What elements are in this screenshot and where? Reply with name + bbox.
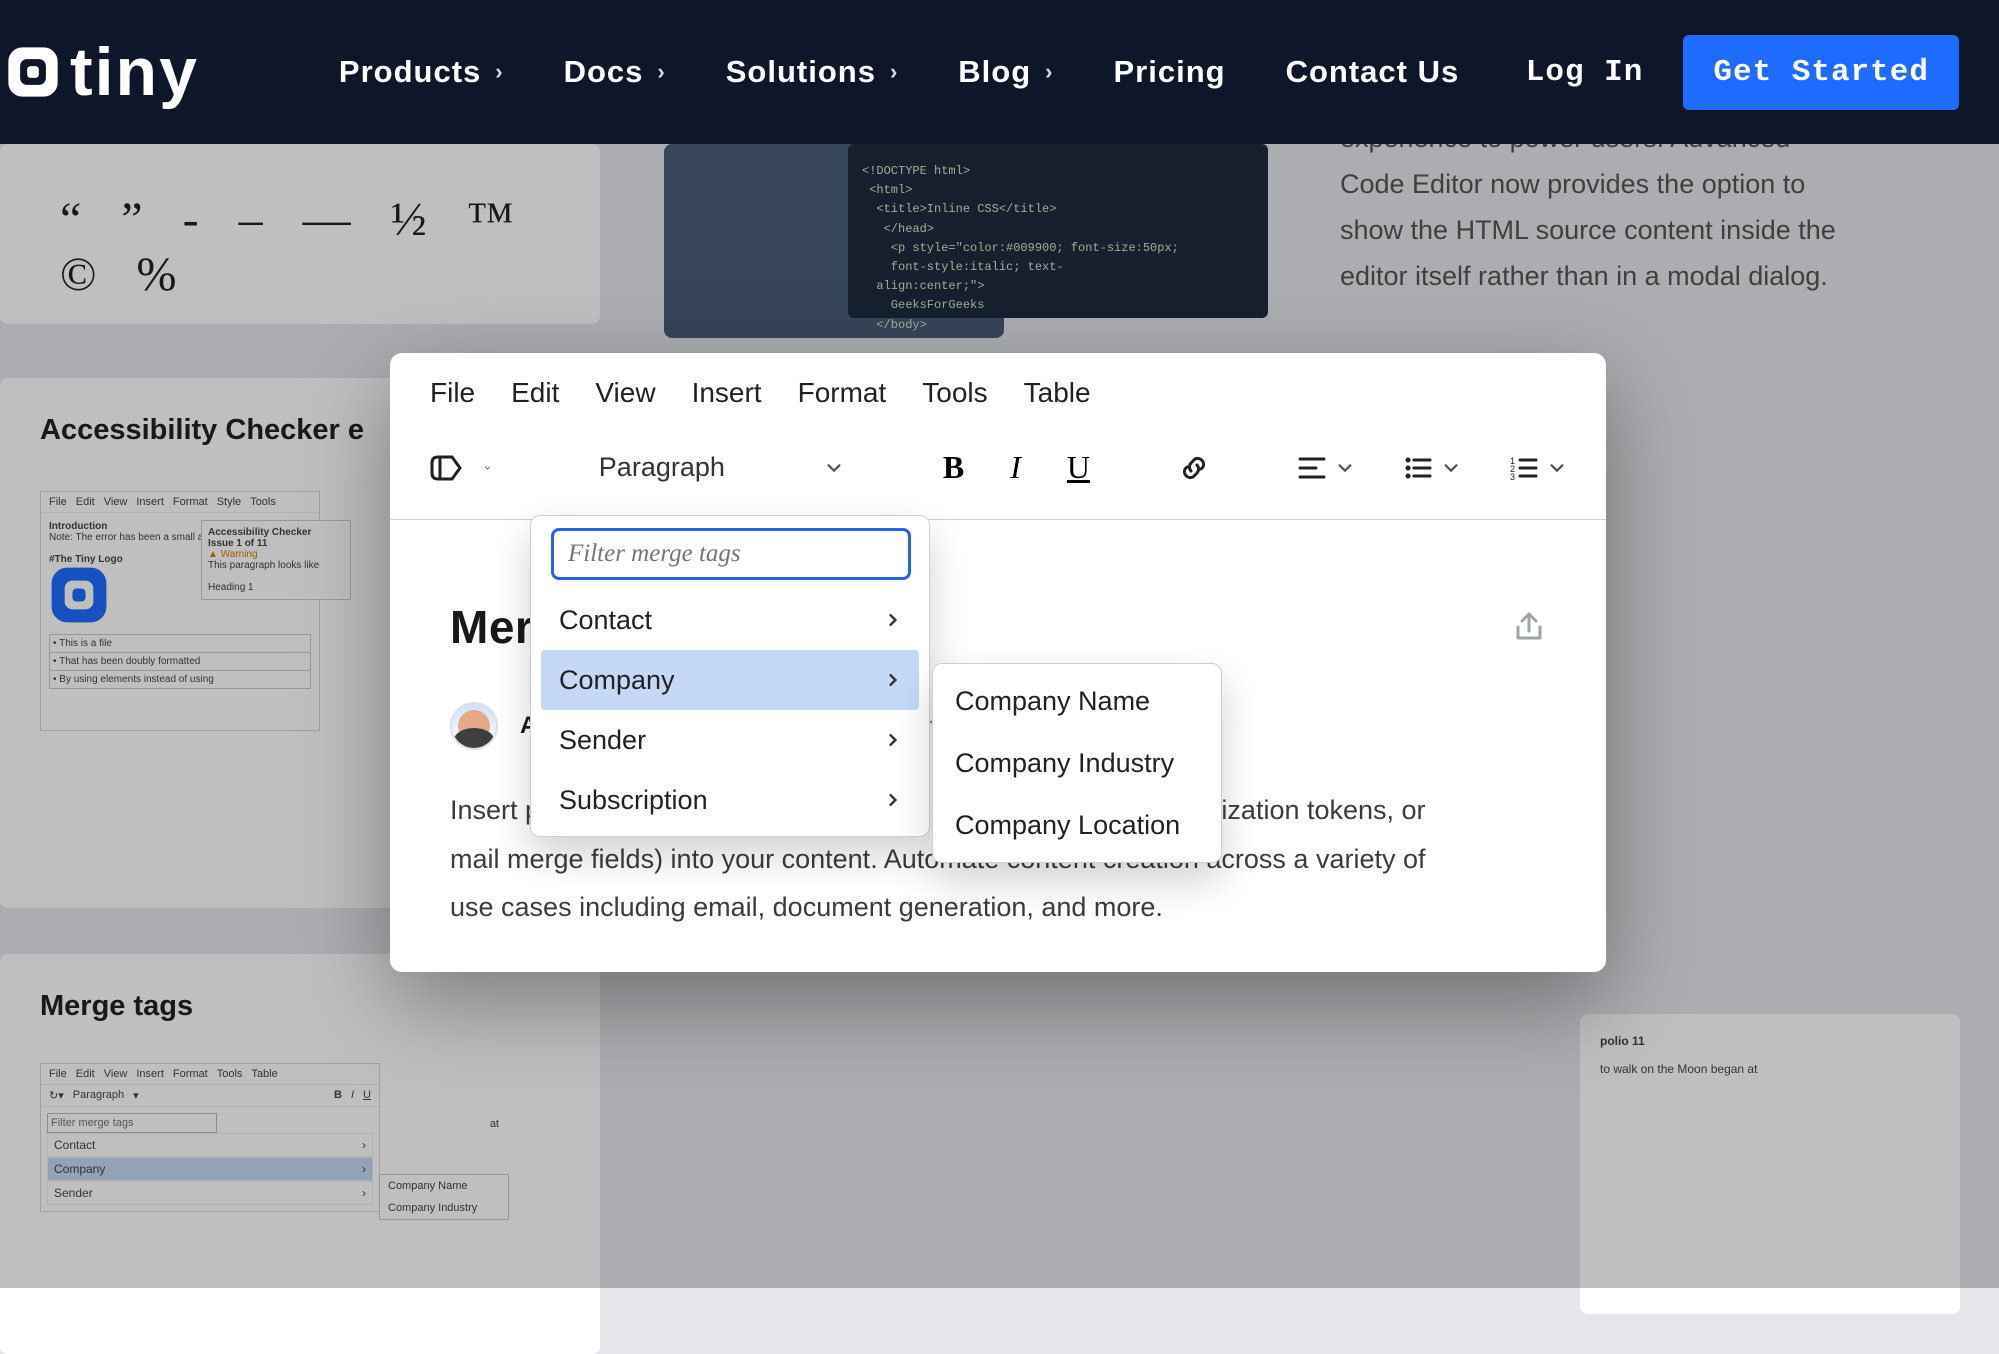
merge-tag-submenu: Company Name Company Industry Company Lo… (932, 663, 1222, 863)
merge-tag-icon[interactable] (430, 453, 464, 483)
nav-solutions[interactable]: Solutions› (726, 54, 899, 90)
menu-view[interactable]: View (595, 377, 655, 409)
italic-button[interactable]: I (1010, 449, 1021, 486)
menu-insert[interactable]: Insert (692, 377, 762, 409)
chevron-down-icon (825, 459, 843, 477)
text-style-group: B I U (943, 449, 1090, 486)
nav-docs[interactable]: Docs› (564, 54, 666, 90)
category-company[interactable]: Company (541, 650, 919, 710)
align-button[interactable] (1298, 456, 1354, 480)
filter-merge-tags-input[interactable] (551, 528, 911, 580)
chevron-down-icon (1336, 459, 1354, 477)
chevron-right-icon (885, 732, 901, 748)
share-icon[interactable] (1512, 610, 1546, 644)
editor-menubar: File Edit View Insert Format Tools Table (390, 353, 1606, 434)
chevron-right-icon: › (1045, 59, 1053, 85)
nav-contact[interactable]: Contact Us (1286, 54, 1460, 90)
chevron-down-icon (1548, 459, 1566, 477)
chevron-down-icon (1442, 459, 1460, 477)
top-nav: tiny Products› Docs› Solutions› Blog› Pr… (0, 0, 1999, 144)
svg-text:3: 3 (1510, 472, 1515, 480)
chevron-right-icon: › (495, 59, 503, 85)
merge-tags-modal: File Edit View Insert Format Tools Table… (390, 353, 1606, 972)
nav-right: Log In Get Started (1526, 35, 1959, 110)
category-sender[interactable]: Sender (541, 710, 919, 770)
bullet-list-button[interactable] (1404, 456, 1460, 480)
category-subscription[interactable]: Subscription (541, 770, 919, 830)
link-icon[interactable] (1178, 452, 1210, 484)
chevron-right-icon (885, 792, 901, 808)
menu-file[interactable]: File (430, 377, 475, 409)
nav-blog[interactable]: Blog› (958, 54, 1053, 90)
chevron-down-icon[interactable] (484, 459, 491, 477)
brand-text: tiny (70, 33, 199, 111)
editor-toolbar: Paragraph B I U 123 (390, 434, 1606, 520)
brand-logo[interactable]: tiny (6, 33, 199, 111)
numbered-list-button[interactable]: 123 (1510, 456, 1566, 480)
block-format-select[interactable]: Paragraph (589, 446, 853, 489)
nav-pricing[interactable]: Pricing (1113, 54, 1225, 90)
menu-edit[interactable]: Edit (511, 377, 559, 409)
nav-center: Products› Docs› Solutions› Blog› Pricing… (339, 54, 1459, 90)
block-format-label: Paragraph (599, 452, 725, 483)
menu-table[interactable]: Table (1024, 377, 1091, 409)
merge-tag-dropdown: Contact Company Sender Subscription (530, 515, 930, 837)
category-contact[interactable]: Contact (541, 590, 919, 650)
menu-format[interactable]: Format (798, 377, 887, 409)
bold-button[interactable]: B (943, 449, 964, 486)
chevron-right-icon: › (890, 59, 898, 85)
submenu-company-industry[interactable]: Company Industry (933, 732, 1221, 794)
avatar (450, 702, 498, 750)
underline-button[interactable]: U (1067, 449, 1090, 486)
tiny-icon (6, 45, 60, 99)
menu-tools[interactable]: Tools (922, 377, 987, 409)
login-link[interactable]: Log In (1526, 55, 1644, 90)
submenu-company-name[interactable]: Company Name (933, 670, 1221, 732)
get-started-button[interactable]: Get Started (1683, 35, 1959, 110)
chevron-right-icon (885, 672, 901, 688)
nav-products[interactable]: Products› (339, 54, 504, 90)
chevron-right-icon: › (657, 59, 665, 85)
chevron-right-icon (885, 612, 901, 628)
submenu-company-location[interactable]: Company Location (933, 794, 1221, 856)
